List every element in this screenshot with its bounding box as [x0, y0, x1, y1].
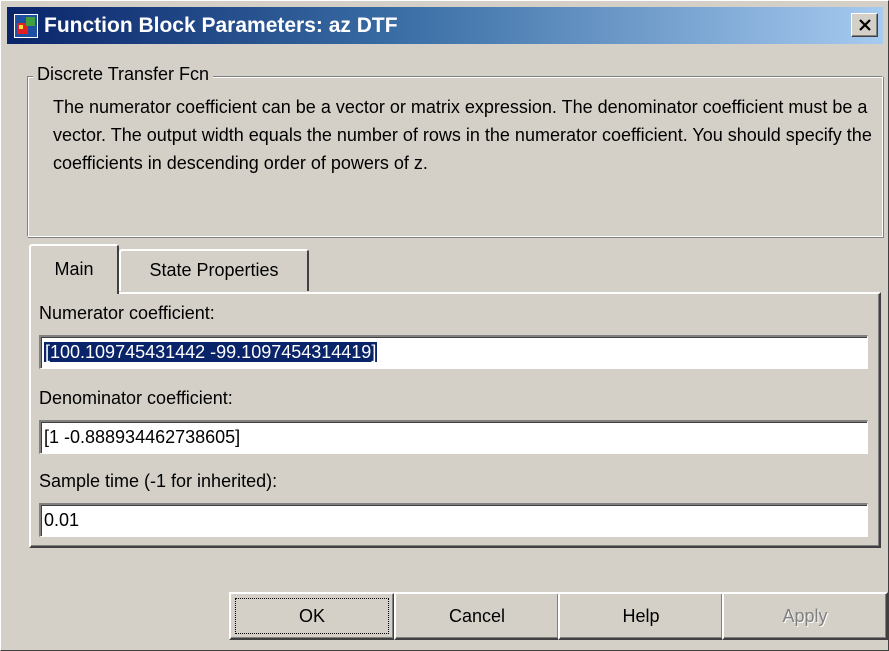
- apply-button[interactable]: Apply: [722, 592, 888, 640]
- denominator-label: Denominator coefficient:: [39, 388, 233, 408]
- block-description: The numerator coefficient can be a vecto…: [53, 97, 872, 173]
- sample-time-label: Sample time (-1 for inherited):: [39, 471, 278, 491]
- denominator-value: [1 -0.888934462738605]: [44, 427, 241, 447]
- close-icon: [859, 19, 871, 31]
- tab-main[interactable]: Main: [29, 244, 119, 294]
- ok-button[interactable]: OK: [229, 592, 395, 640]
- ok-button-label: OK: [298, 606, 325, 626]
- sample-time-value: 0.01: [44, 510, 80, 530]
- numerator-value: [100.109745431442 -99.1097454314419]: [44, 342, 378, 362]
- close-button[interactable]: [851, 13, 878, 37]
- window-title: Function Block Parameters: az DTF: [44, 14, 398, 37]
- groupbox-title: Discrete Transfer Fcn: [33, 64, 214, 85]
- denominator-input[interactable]: [1 -0.888934462738605]: [39, 420, 868, 454]
- numerator-input[interactable]: [100.109745431442 -99.1097454314419]: [39, 335, 868, 369]
- simulink-block-icon: [14, 14, 38, 38]
- title-bar[interactable]: Function Block Parameters: az DTF: [7, 7, 883, 44]
- tab-state-properties[interactable]: State Properties: [119, 249, 309, 291]
- cancel-button[interactable]: Cancel: [394, 592, 560, 640]
- help-button[interactable]: Help: [558, 592, 724, 640]
- sample-time-input[interactable]: 0.01: [39, 503, 868, 537]
- numerator-label: Numerator coefficient:: [39, 303, 215, 323]
- dialog-window: Function Block Parameters: az DTF Discre…: [0, 0, 889, 651]
